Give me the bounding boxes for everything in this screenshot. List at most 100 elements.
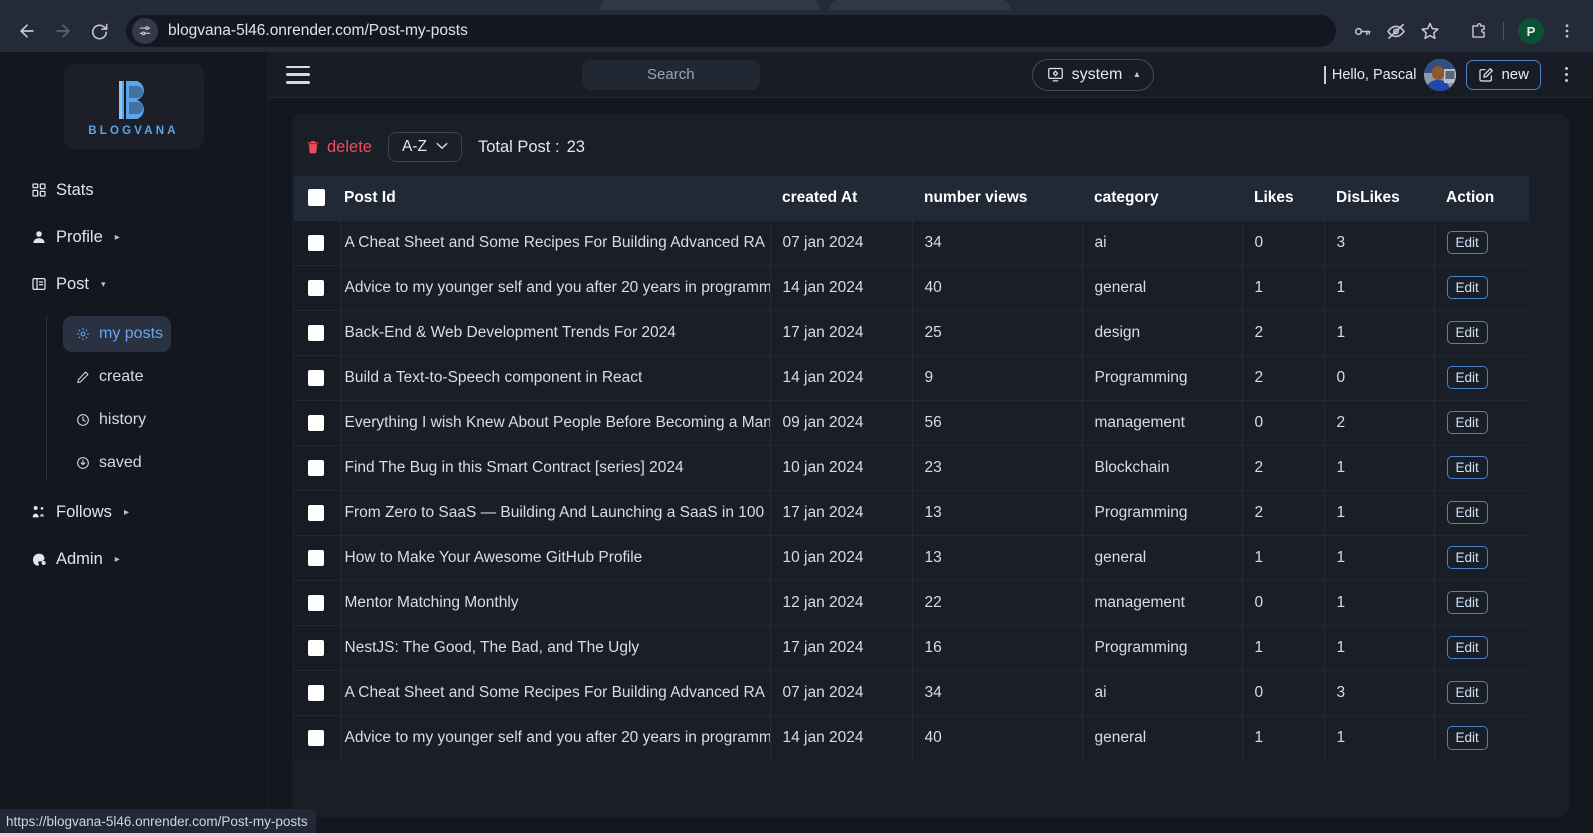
reload-icon[interactable] <box>82 14 116 48</box>
dashboard-icon <box>30 182 47 199</box>
cell-views: 16 <box>912 624 1083 670</box>
row-checkbox[interactable] <box>308 414 324 431</box>
row-checkbox[interactable] <box>308 549 324 566</box>
edit-button[interactable]: Edit <box>1446 230 1488 255</box>
column-header-category[interactable]: category <box>1082 176 1242 220</box>
table-row[interactable]: Find The Bug in this Smart Contract [ser… <box>294 444 1529 490</box>
cell-dislikes: 1 <box>1324 264 1435 310</box>
column-header-views[interactable]: number views <box>912 176 1082 220</box>
cell-dislikes: 3 <box>1324 219 1435 265</box>
edit-button[interactable]: Edit <box>1446 725 1488 750</box>
sidebar-item-post[interactable]: Post ▾ <box>0 269 267 299</box>
sidebar-item-create[interactable]: create <box>63 359 171 395</box>
edit-button[interactable]: Edit <box>1446 455 1488 480</box>
column-header-likes[interactable]: Likes <box>1242 176 1324 220</box>
column-header-post-id[interactable]: Post Id <box>340 176 770 220</box>
cell-views: 34 <box>912 219 1083 265</box>
cell-category: general <box>1082 534 1243 580</box>
blogvana-logo-icon <box>118 80 144 119</box>
table-row[interactable]: How to Make Your Awesome GitHub Profile 1… <box>294 534 1529 580</box>
hamburger-menu-icon[interactable] <box>286 65 310 84</box>
cell-action: Edit <box>1434 309 1529 355</box>
sidebar-item-saved[interactable]: saved <box>63 445 171 481</box>
column-header-dislikes[interactable]: DisLikes <box>1324 176 1434 220</box>
row-checkbox[interactable] <box>308 279 324 296</box>
edit-button[interactable]: Edit <box>1446 680 1488 705</box>
cell-created-at: 09 jan 2024 <box>770 399 913 445</box>
browser-menu-icon[interactable] <box>1551 15 1583 47</box>
new-post-button[interactable]: new <box>1466 59 1541 90</box>
sidebar-item-admin[interactable]: Admin ▸ <box>0 544 267 574</box>
theme-selector[interactable]: system ▴ <box>1031 58 1155 91</box>
browser-tab[interactable] <box>830 0 1010 10</box>
forward-icon[interactable] <box>46 14 80 48</box>
header-more-icon[interactable] <box>1553 67 1579 82</box>
table-row[interactable]: NestJS: The Good, The Bad, and The Ugly 1… <box>294 624 1529 670</box>
row-checkbox[interactable] <box>308 729 324 746</box>
cell-post-id: From Zero to SaaS — Building And Launchi… <box>340 489 771 535</box>
row-checkbox[interactable] <box>308 459 324 476</box>
edit-button[interactable]: Edit <box>1446 590 1488 615</box>
row-select-cell <box>294 264 341 310</box>
sidebar-item-profile[interactable]: Profile ▸ <box>0 222 267 252</box>
clock-icon <box>75 413 90 428</box>
address-bar[interactable]: blogvana-5l46.onrender.com/Post-my-posts <box>126 15 1336 47</box>
bookmark-star-icon[interactable] <box>1414 15 1446 47</box>
sidebar-item-follows[interactable]: Follows ▸ <box>0 497 267 527</box>
column-header-created-at[interactable]: created At <box>770 176 912 220</box>
edit-button[interactable]: Edit <box>1446 365 1488 390</box>
table-row[interactable]: Everything I wish Knew About People Befo… <box>294 399 1529 445</box>
edit-button[interactable]: Edit <box>1446 275 1488 300</box>
extensions-icon[interactable] <box>1462 15 1494 47</box>
row-select-cell <box>294 444 341 490</box>
table-row[interactable]: Advice to my younger self and you after … <box>294 264 1529 310</box>
sidebar-nav: Stats Profile ▸ Post ▾ my posts create h… <box>0 175 267 574</box>
user-avatar[interactable] <box>1424 58 1457 91</box>
sidebar-subitem-label: my posts <box>99 325 164 342</box>
edit-button[interactable]: Edit <box>1446 320 1488 345</box>
row-checkbox[interactable] <box>308 684 324 701</box>
chevron-right-icon: ▸ <box>114 553 120 565</box>
cell-dislikes: 1 <box>1324 489 1435 535</box>
edit-button[interactable]: Edit <box>1446 500 1488 525</box>
row-checkbox[interactable] <box>308 234 324 251</box>
cell-post-id: Everything I wish Knew About People Befo… <box>340 399 771 445</box>
table-row[interactable]: Back-End & Web Development Trends For 20… <box>294 309 1529 355</box>
browser-tab[interactable] <box>600 0 820 10</box>
eye-off-icon[interactable] <box>1380 15 1412 47</box>
site-info-icon[interactable] <box>132 18 158 44</box>
edit-button[interactable]: Edit <box>1446 545 1488 570</box>
total-post-label: Total Post : <box>477 137 560 156</box>
cell-post-id: Build a Text-to-Speech component in Reac… <box>340 354 771 400</box>
row-select-cell <box>294 354 341 400</box>
profile-avatar-chip[interactable]: P <box>1518 18 1544 44</box>
sort-order-select[interactable]: A-Z <box>387 132 462 162</box>
row-checkbox[interactable] <box>308 324 324 341</box>
row-select-cell <box>294 399 341 445</box>
key-icon[interactable] <box>1346 15 1378 47</box>
table-row[interactable]: Build a Text-to-Speech component in Reac… <box>294 354 1529 400</box>
table-row[interactable]: From Zero to SaaS — Building And Launchi… <box>294 489 1529 535</box>
cell-created-at: 14 jan 2024 <box>770 354 913 400</box>
table-row[interactable]: Advice to my younger self and you after … <box>294 714 1529 760</box>
edit-button[interactable]: Edit <box>1446 635 1488 660</box>
sidebar-item-history[interactable]: history <box>63 402 171 438</box>
cell-post-id: A Cheat Sheet and Some Recipes For Build… <box>340 669 771 715</box>
row-checkbox[interactable] <box>308 504 324 521</box>
table-row[interactable]: A Cheat Sheet and Some Recipes For Build… <box>294 219 1529 265</box>
sidebar-item-stats[interactable]: Stats <box>0 175 267 205</box>
row-checkbox[interactable] <box>308 639 324 656</box>
table-row[interactable]: A Cheat Sheet and Some Recipes For Build… <box>294 669 1529 715</box>
posts-table-scroll[interactable]: Post Id created At number views category… <box>294 176 1553 796</box>
table-row[interactable]: Mentor Matching Monthly 12 jan 2024 22 mana… <box>294 579 1529 625</box>
back-icon[interactable] <box>10 14 44 48</box>
row-checkbox[interactable] <box>308 369 324 386</box>
cell-likes: 2 <box>1242 354 1325 400</box>
sidebar-item-my-posts[interactable]: my posts <box>63 316 171 352</box>
row-checkbox[interactable] <box>308 594 324 611</box>
delete-button[interactable]: delete <box>306 138 372 157</box>
edit-button[interactable]: Edit <box>1446 410 1488 435</box>
select-all-checkbox[interactable] <box>308 189 325 207</box>
search-input[interactable] <box>581 59 760 90</box>
brand-logo[interactable]: BLOGVANA <box>63 64 204 149</box>
